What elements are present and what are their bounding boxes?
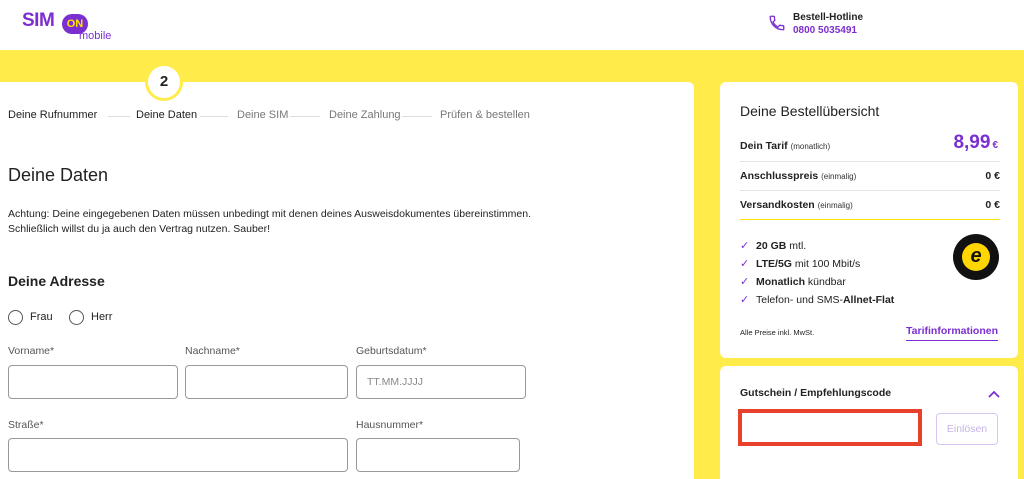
step-deine-sim: Deine SIM	[237, 109, 289, 121]
order-summary-card: Deine Bestellübersicht Dein Tarif (monat…	[720, 82, 1018, 358]
row-divider	[740, 161, 1000, 162]
check-icon: ✓	[740, 294, 750, 306]
redeem-voucher-button[interactable]: Einlösen	[936, 413, 998, 445]
hotline-label: Bestell-Hotline	[793, 12, 864, 23]
simon-mobile-logo[interactable]: SIM ON mobile	[22, 8, 112, 42]
current-step-badge: 2	[145, 63, 183, 101]
radio-label-frau[interactable]: Frau	[30, 311, 53, 323]
anschlusspreis-label: Anschlusspreis (einmalig)	[740, 170, 857, 182]
step-deine-zahlung: Deine Zahlung	[329, 109, 401, 121]
step-divider	[108, 116, 130, 117]
checkout-progress-steps: Deine Rufnummer Deine Daten Deine SIM De…	[8, 109, 568, 123]
step-deine-rufnummer[interactable]: Deine Rufnummer	[8, 109, 97, 121]
id-warning-text: Achtung: Deine eingegebenen Daten müssen…	[8, 207, 568, 237]
check-icon: ✓	[740, 240, 750, 252]
step-divider	[200, 116, 228, 117]
hausnummer-label: Hausnummer*	[356, 419, 424, 431]
vorname-input[interactable]	[8, 365, 178, 399]
radio-circle[interactable]	[8, 310, 23, 325]
step-divider	[402, 116, 432, 117]
geburtsdatum-label: Geburtsdatum*	[356, 345, 427, 357]
step-deine-daten: Deine Daten	[136, 109, 198, 121]
trusted-shops-seal-icon[interactable]: e	[953, 234, 999, 280]
warning-line-2: Schließlich willst du ja auch den Vertra…	[8, 223, 271, 235]
nachname-label: Nachname*	[185, 345, 240, 357]
header: SIM ON mobile Bestell-Hotline 0800 50354…	[0, 0, 1024, 50]
check-icon: ✓	[740, 276, 750, 288]
vorname-label: Vorname*	[8, 345, 55, 357]
step-divider	[290, 116, 320, 117]
logo-mobile-text: mobile	[79, 30, 112, 42]
radio-label-herr[interactable]: Herr	[91, 311, 112, 323]
chevron-up-icon[interactable]	[988, 390, 1000, 398]
tarif-label: Dein Tarif (monatlich)	[740, 140, 831, 152]
strasse-label: Straße*	[8, 419, 44, 431]
radio-circle[interactable]	[69, 310, 84, 325]
hausnummer-input[interactable]	[356, 438, 520, 472]
versandkosten-value: 0 €	[985, 199, 1000, 211]
anschlusspreis-value: 0 €	[985, 170, 1000, 182]
geburtsdatum-input[interactable]	[356, 365, 526, 399]
versandkosten-label: Versandkosten (einmalig)	[740, 199, 853, 211]
voucher-card: Gutschein / Empfehlungscode Einlösen	[720, 366, 1018, 479]
logo-sim-text: SIM	[22, 10, 55, 31]
hotline-number[interactable]: 0800 5035491	[793, 25, 857, 36]
strasse-input[interactable]	[8, 438, 348, 472]
order-summary-title: Deine Bestellübersicht	[740, 103, 880, 119]
row-divider	[740, 190, 1000, 191]
summary-divider	[740, 219, 1000, 220]
prices-incl-vat-note: Alle Preise inkl. MwSt.	[740, 328, 815, 337]
voucher-code-input[interactable]	[738, 409, 922, 446]
nachname-input[interactable]	[185, 365, 348, 399]
page-title: Deine Daten	[8, 165, 109, 185]
voucher-title: Gutschein / Empfehlungscode	[740, 387, 892, 399]
tarif-information-link[interactable]: Tarifinformationen	[906, 325, 998, 341]
address-section-title: Deine Adresse	[8, 273, 105, 289]
phone-icon	[769, 15, 785, 31]
warning-line-1: Achtung: Deine eingegebenen Daten müssen…	[8, 208, 532, 220]
check-icon: ✓	[740, 258, 750, 270]
tarif-price: 8,99 €	[953, 132, 998, 153]
step-pruefen-bestellen: Prüfen & bestellen	[440, 109, 530, 121]
